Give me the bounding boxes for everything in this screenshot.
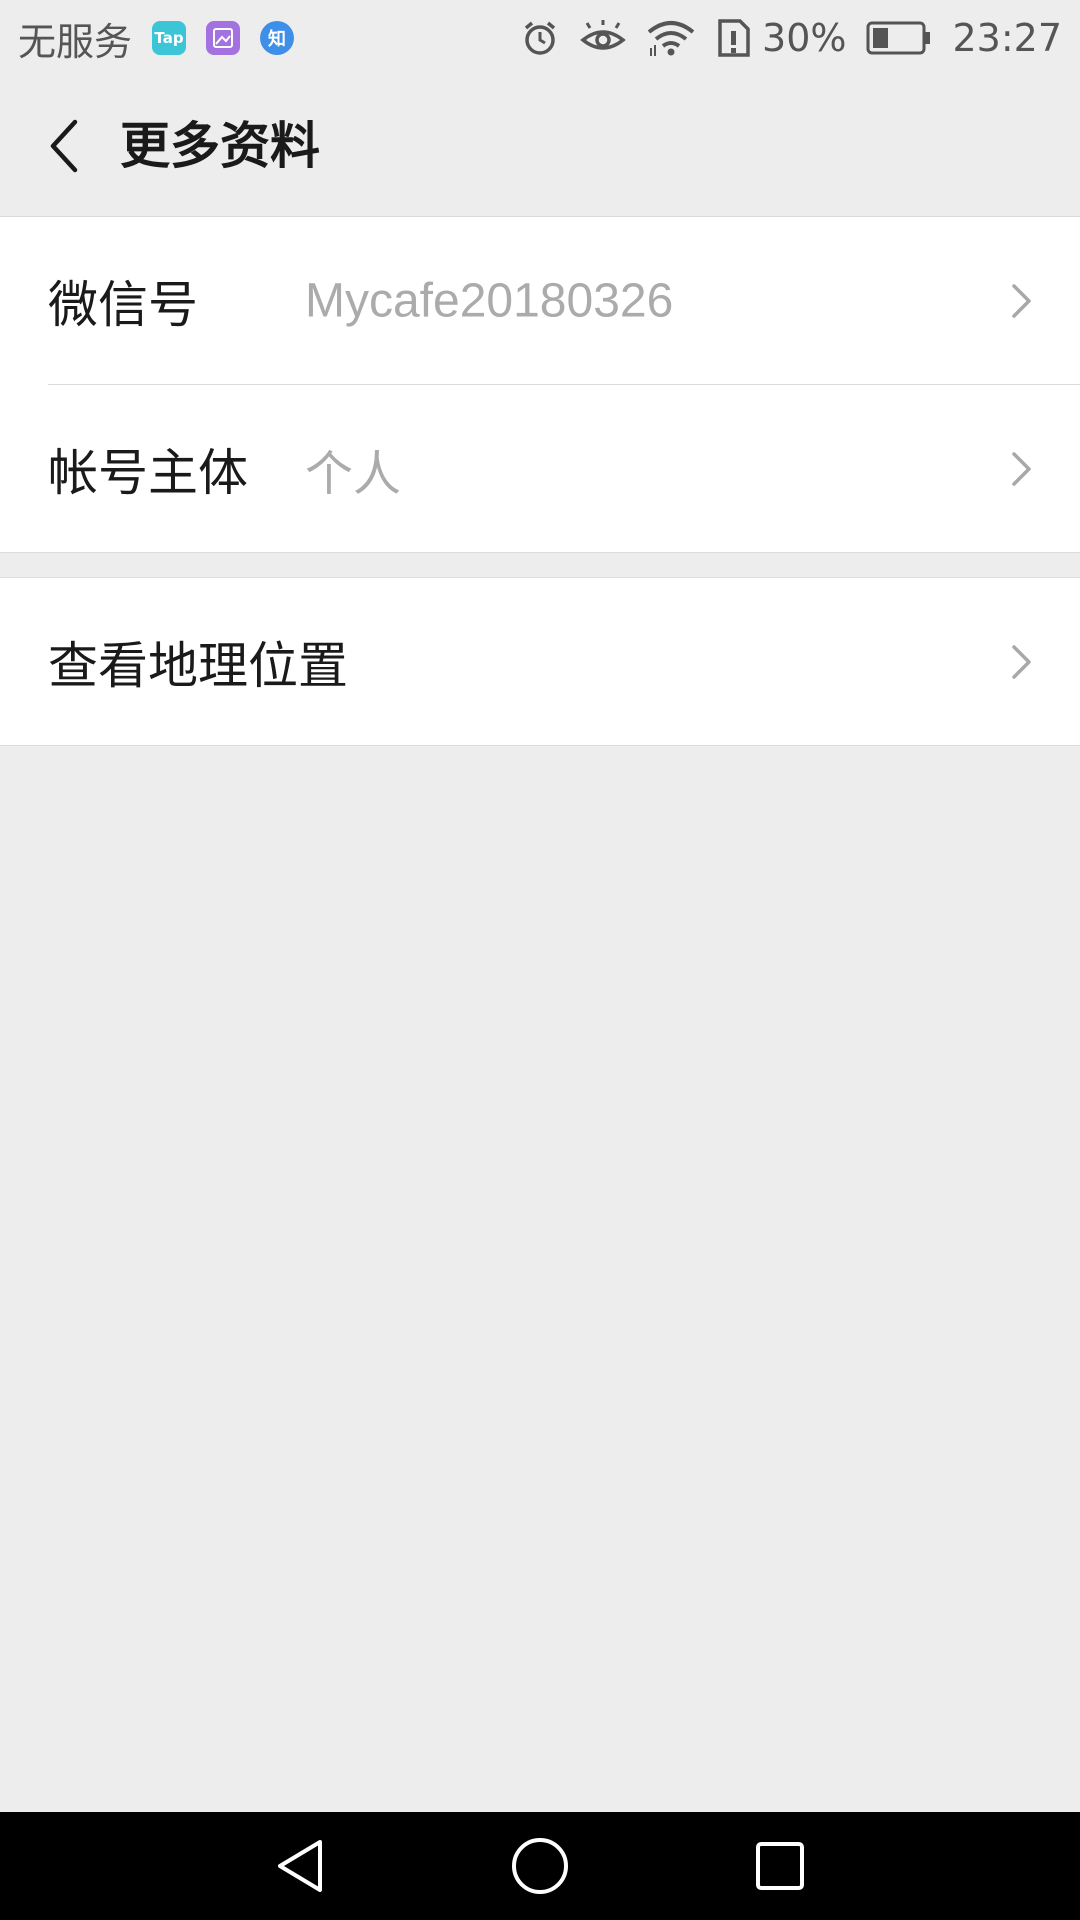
chevron-left-icon xyxy=(50,119,78,173)
alarm-icon xyxy=(520,18,560,58)
chevron-right-icon xyxy=(1012,283,1031,318)
status-left: 无服务 Tap 知 xyxy=(18,14,295,64)
circle-home-icon xyxy=(512,1838,568,1894)
triangle-back-icon xyxy=(278,1840,322,1892)
account-subject-value: 个人 xyxy=(305,447,402,501)
zhihu-icon: 知 xyxy=(260,21,295,55)
chevron-right-icon xyxy=(1012,451,1031,486)
square-recents-icon xyxy=(756,1842,804,1890)
profile-info-group: 微信号 Mycafe20180326 帐号主体 个人 xyxy=(0,217,1080,553)
nav-home-button[interactable] xyxy=(510,1836,570,1896)
nav-recents-button[interactable] xyxy=(750,1836,810,1896)
battery-icon xyxy=(866,20,932,56)
view-location-label: 查看地理位置 xyxy=(48,636,348,695)
wechat-id-value: Mycafe20180326 xyxy=(305,274,674,327)
navigation-bar xyxy=(0,1812,1080,1920)
carrier-label: 无服务 xyxy=(18,19,133,64)
account-subject-label: 帐号主体 xyxy=(48,443,248,502)
status-bar: 无服务 Tap 知 30% 23:27 xyxy=(0,0,1080,76)
clock: 23:27 xyxy=(952,16,1062,60)
sim-alert-icon xyxy=(716,18,752,58)
title-bar: 更多资料 xyxy=(0,76,1080,217)
back-button[interactable] xyxy=(30,111,100,181)
chevron-right-icon xyxy=(1012,644,1031,679)
location-group: 查看地理位置 xyxy=(0,577,1080,746)
gallery-icon xyxy=(206,21,241,55)
eye-comfort-icon xyxy=(580,18,626,58)
view-location-row[interactable]: 查看地理位置 xyxy=(0,578,1080,745)
wechat-id-label: 微信号 xyxy=(48,275,198,334)
nav-back-button[interactable] xyxy=(270,1836,330,1896)
status-right: 30% 23:27 xyxy=(500,14,1062,62)
wifi-icon xyxy=(646,18,696,58)
wechat-id-row[interactable]: 微信号 Mycafe20180326 xyxy=(0,217,1080,384)
battery-percent: 30% xyxy=(762,16,847,60)
tap-icon: Tap xyxy=(152,21,187,55)
account-subject-row[interactable]: 帐号主体 个人 xyxy=(0,385,1080,552)
page-title: 更多资料 xyxy=(120,117,320,175)
